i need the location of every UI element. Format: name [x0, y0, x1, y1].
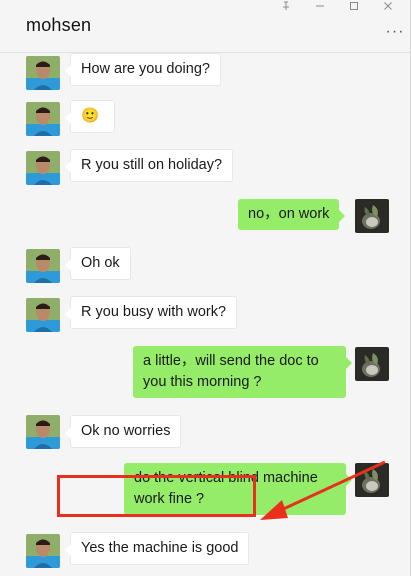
message-bubble[interactable]: no，on work — [238, 199, 346, 230]
contact-avatar[interactable] — [26, 534, 60, 568]
message-bubble[interactable]: Yes the machine is good — [64, 532, 250, 565]
contact-name: mohsen — [26, 15, 92, 35]
pin-icon[interactable] — [269, 0, 303, 12]
own-avatar[interactable] — [355, 463, 389, 497]
message-bubble[interactable]: 🙂 — [65, 100, 115, 133]
contact-avatar[interactable] — [26, 102, 60, 136]
own-avatar[interactable] — [355, 199, 389, 233]
maximize-icon[interactable] — [337, 0, 371, 12]
own-avatar[interactable] — [355, 347, 389, 381]
close-icon[interactable] — [371, 0, 405, 12]
message-bubble[interactable]: R you busy with work? — [64, 296, 238, 329]
minimize-icon[interactable] — [303, 0, 337, 12]
message-bubble[interactable]: a little，will send the doc to you this m… — [133, 346, 352, 398]
message-bubble[interactable]: R you still on holiday? — [64, 149, 234, 182]
message-bubble[interactable]: How are you doing? — [65, 53, 221, 86]
contact-avatar[interactable] — [26, 298, 60, 332]
contact-avatar[interactable] — [26, 151, 60, 185]
contact-avatar[interactable] — [26, 56, 60, 90]
message-bubble[interactable]: Oh ok — [65, 247, 131, 280]
more-options-icon[interactable]: ··· — [383, 24, 407, 40]
chat-header: mohsen ··· — [0, 0, 411, 53]
chat-window: mohsen ··· How are you doing? 🙂 R you st… — [0, 0, 411, 576]
message-bubble[interactable]: Ok no worries — [64, 415, 182, 448]
window-controls — [269, 0, 405, 12]
annotation-highlight-box — [57, 475, 256, 517]
contact-avatar[interactable] — [26, 249, 60, 283]
contact-avatar[interactable] — [26, 415, 60, 449]
